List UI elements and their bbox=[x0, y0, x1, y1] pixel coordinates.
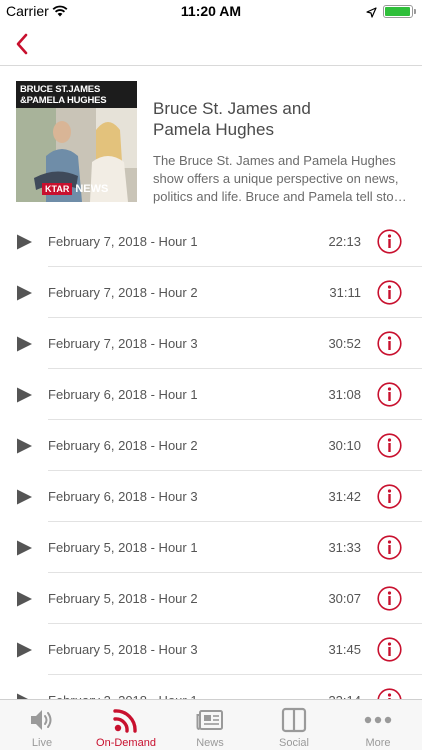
back-button[interactable] bbox=[6, 28, 38, 60]
play-icon[interactable] bbox=[16, 489, 33, 505]
info-icon[interactable] bbox=[377, 535, 402, 560]
episode-title: February 5, 2018 - Hour 1 bbox=[48, 540, 198, 555]
play-icon[interactable] bbox=[16, 540, 33, 556]
battery-icon bbox=[383, 5, 413, 18]
tab-label-news: News bbox=[196, 737, 224, 749]
episode-duration: 31:42 bbox=[328, 489, 361, 504]
play-icon[interactable] bbox=[16, 438, 33, 454]
play-icon[interactable] bbox=[16, 387, 33, 403]
podcast-rss-icon bbox=[84, 706, 168, 734]
episode-row[interactable]: February 5, 2018 - Hour 1 31:33 bbox=[0, 522, 422, 573]
info-icon[interactable] bbox=[377, 484, 402, 509]
tab-label-social: Social bbox=[279, 737, 309, 749]
location-arrow-icon bbox=[366, 5, 377, 23]
info-icon[interactable] bbox=[377, 280, 402, 305]
episode-title: February 6, 2018 - Hour 2 bbox=[48, 438, 198, 453]
clock: 11:20 AM bbox=[180, 3, 242, 19]
info-icon[interactable] bbox=[377, 433, 402, 458]
episode-title: February 6, 2018 - Hour 1 bbox=[48, 387, 198, 402]
episode-title: February 6, 2018 - Hour 3 bbox=[48, 489, 198, 504]
episode-list[interactable]: February 7, 2018 - Hour 1 22:13 February 7… bbox=[0, 216, 422, 699]
episode-row[interactable]: February 5, 2018 - Hour 3 31:45 bbox=[0, 624, 422, 675]
episode-duration: 30:52 bbox=[328, 336, 361, 351]
more-dots-icon bbox=[336, 706, 420, 734]
show-header: BRUCE ST.JAMES &PAMELA HUGHES KTAR NEWS … bbox=[0, 66, 422, 216]
tab-news[interactable]: News bbox=[168, 700, 252, 750]
info-icon[interactable] bbox=[377, 331, 402, 356]
info-icon[interactable] bbox=[377, 229, 402, 254]
social-columns-icon bbox=[252, 706, 336, 734]
speaker-icon bbox=[0, 706, 84, 734]
logo-news-text: NEWS bbox=[75, 182, 109, 195]
episode-title: February 7, 2018 - Hour 3 bbox=[48, 336, 198, 351]
episode-row[interactable]: February 6, 2018 - Hour 3 31:42 bbox=[0, 471, 422, 522]
episode-duration: 31:11 bbox=[329, 285, 361, 300]
show-description: The Bruce St. James and Pamela Hughes sh… bbox=[153, 152, 409, 206]
episode-row[interactable]: February 7, 2018 - Hour 1 22:13 bbox=[0, 216, 422, 267]
battery-tip bbox=[414, 9, 416, 14]
play-icon[interactable] bbox=[16, 285, 33, 301]
episode-row[interactable]: February 5, 2018 - Hour 2 30:07 bbox=[0, 573, 422, 624]
show-description-line3: politics and life. Bruce and Pamela tell… bbox=[153, 189, 407, 204]
show-title-line2: Pamela Hughes bbox=[153, 120, 274, 139]
episode-title: February 5, 2018 - Hour 2 bbox=[48, 591, 198, 606]
tab-label-live: Live bbox=[31, 737, 53, 749]
play-icon[interactable] bbox=[16, 234, 33, 250]
show-title: Bruce St. James and Pamela Hughes bbox=[153, 98, 403, 140]
episode-title: February 7, 2018 - Hour 2 bbox=[48, 285, 198, 300]
play-icon[interactable] bbox=[16, 336, 33, 352]
ktar-news-logo: KTAR NEWS bbox=[42, 181, 108, 196]
tab-bar: Live On-Demand News Social More bbox=[0, 699, 422, 750]
info-icon[interactable] bbox=[377, 382, 402, 407]
status-bar: Carrier 11:20 AM bbox=[0, 0, 422, 22]
episode-row[interactable]: February 6, 2018 - Hour 2 30:10 bbox=[0, 420, 422, 471]
artwork-title-line2: &PAMELA HUGHES bbox=[20, 95, 107, 106]
info-icon[interactable] bbox=[377, 688, 402, 699]
episode-row[interactable]: February 7, 2018 - Hour 3 30:52 bbox=[0, 318, 422, 369]
newspaper-icon bbox=[168, 706, 252, 734]
episode-row[interactable]: February 2, 2018 - Hour 132:14 bbox=[0, 675, 422, 699]
episode-row[interactable]: February 6, 2018 - Hour 1 31:08 bbox=[0, 369, 422, 420]
tab-live[interactable]: Live bbox=[0, 700, 84, 750]
play-icon[interactable] bbox=[16, 591, 33, 607]
info-icon[interactable] bbox=[377, 586, 402, 611]
episode-title: February 5, 2018 - Hour 3 bbox=[48, 642, 198, 657]
show-title-line1: Bruce St. James and bbox=[153, 99, 311, 118]
episode-title: February 7, 2018 - Hour 1 bbox=[48, 234, 198, 249]
info-icon[interactable] bbox=[377, 637, 402, 662]
logo-ktar-text: KTAR bbox=[42, 182, 73, 195]
episode-row[interactable]: February 7, 2018 - Hour 2 31:11 bbox=[0, 267, 422, 318]
episode-duration: 30:10 bbox=[328, 438, 361, 453]
show-description-line2: show offers a unique perspective on news… bbox=[153, 171, 399, 186]
play-icon[interactable] bbox=[16, 642, 33, 658]
navigation-bar bbox=[0, 22, 422, 66]
tab-more[interactable]: More bbox=[336, 700, 420, 750]
episode-duration: 31:33 bbox=[328, 540, 361, 555]
show-description-line1: The Bruce St. James and Pamela Hughes bbox=[153, 153, 396, 168]
episode-duration: 30:07 bbox=[328, 591, 361, 606]
chevron-left-icon bbox=[16, 33, 28, 55]
artwork-title-line1: BRUCE ST.JAMES bbox=[20, 84, 101, 95]
episode-duration: 22:13 bbox=[328, 234, 361, 249]
episode-duration: 31:45 bbox=[328, 642, 361, 657]
artwork-title: BRUCE ST.JAMES &PAMELA HUGHES bbox=[20, 84, 134, 106]
tab-label-more: More bbox=[365, 737, 391, 749]
battery-fill bbox=[385, 7, 410, 16]
episode-duration: 31:08 bbox=[328, 387, 361, 402]
show-artwork: BRUCE ST.JAMES &PAMELA HUGHES KTAR NEWS bbox=[16, 81, 137, 202]
tab-on-demand[interactable]: On-Demand bbox=[84, 700, 168, 750]
tab-label-on-demand: On-Demand bbox=[96, 737, 156, 749]
tab-social[interactable]: Social bbox=[252, 700, 336, 750]
